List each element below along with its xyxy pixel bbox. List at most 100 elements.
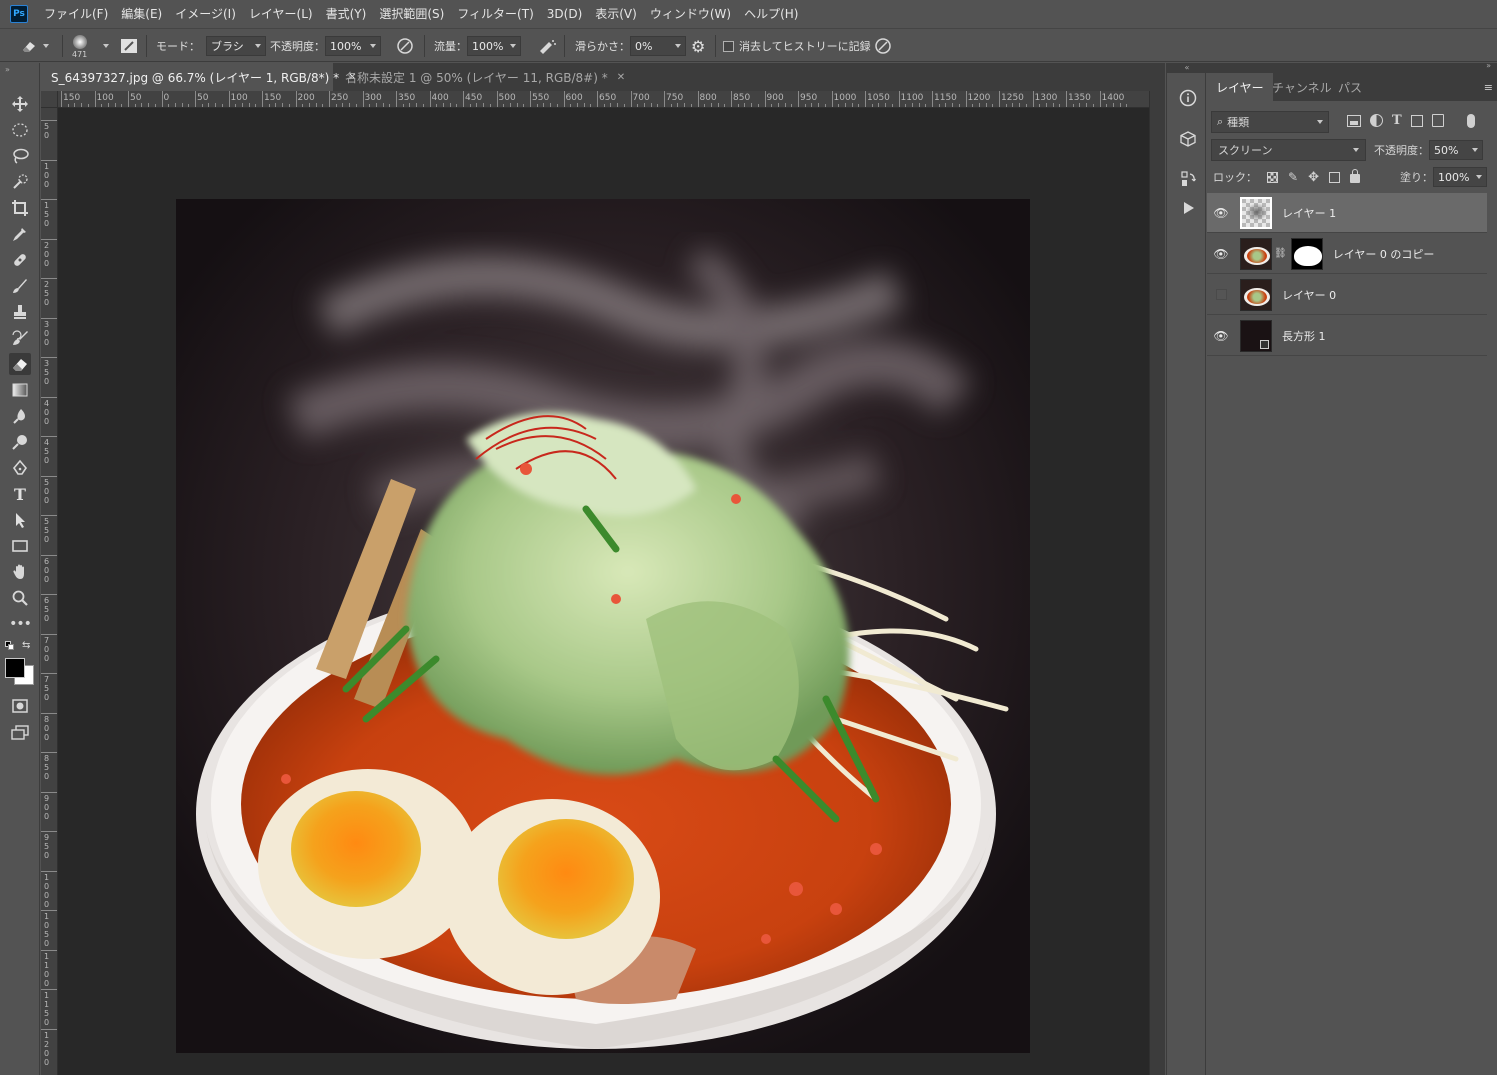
tab-document-untitled[interactable]: 名称未設定 1 @ 50% (レイヤー 11, RGB/8#) * ✕ [335, 63, 625, 91]
panel-collapse-bar[interactable]: » [1207, 61, 1497, 73]
brush-preset-picker[interactable]: 471 [72, 29, 87, 63]
type-tool[interactable]: T [9, 483, 31, 505]
lock-all-icon[interactable] [1349, 169, 1360, 183]
rectangle-tool[interactable] [9, 535, 31, 557]
actions-panel-button[interactable] [1177, 197, 1199, 219]
dodge-tool[interactable] [9, 431, 31, 453]
vertical-scrollbar[interactable] [1149, 91, 1165, 1075]
ruler-minor-tick [503, 104, 505, 107]
filter-toggle-icon[interactable] [1466, 113, 1475, 128]
collapse-icon[interactable]: » [1486, 61, 1491, 70]
erase-history-toggle[interactable]: 消去してヒストリーに記録 [723, 29, 871, 63]
zoom-tool[interactable] [9, 587, 31, 609]
lasso-tool[interactable] [9, 145, 31, 167]
layer-mask-thumbnail[interactable] [1290, 237, 1323, 270]
flow-input[interactable]: 100% [467, 36, 521, 56]
layer-row-layer-1[interactable]: 👁 レイヤー 1 [1207, 193, 1487, 233]
blend-mode-select[interactable]: スクリーン [1211, 139, 1366, 161]
menu-edit[interactable]: 編集(E) [121, 5, 162, 22]
history-panel-button[interactable] [1177, 168, 1199, 190]
visibility-toggle[interactable]: 👁 [1207, 247, 1235, 261]
panel-collapse-icon[interactable]: » [5, 65, 10, 74]
tool-preset-picker[interactable] [20, 29, 49, 63]
menu-image[interactable]: イメージ(I) [175, 5, 236, 22]
visibility-toggle[interactable]: 👁 [1207, 329, 1235, 343]
fill-input[interactable]: 100% [1433, 167, 1487, 187]
panel-menu-icon[interactable]: ≡ [1484, 81, 1493, 94]
layer-row-layer-0-copy[interactable]: 👁 ⛓ レイヤー 0 のコピー [1207, 234, 1487, 274]
visibility-toggle[interactable]: 👁 [1207, 206, 1235, 220]
lock-artboard-icon[interactable] [1328, 171, 1340, 183]
lock-position-icon[interactable]: ✥ [1308, 170, 1319, 185]
opacity-input[interactable]: 100% [325, 36, 381, 56]
swap-colors-icon[interactable]: ⇆ [22, 640, 30, 651]
menu-view[interactable]: 表示(V) [595, 5, 637, 22]
ruler-minor-tick [288, 104, 290, 107]
ruler-tick-label: 300 [44, 319, 50, 347]
quick-mask-button[interactable] [9, 695, 31, 717]
eyedropper-tool[interactable] [9, 223, 31, 245]
brush-tool[interactable] [9, 275, 31, 297]
menu-select[interactable]: 選択範囲(S) [379, 5, 444, 22]
pressure-size-toggle[interactable] [874, 29, 892, 63]
hand-tool[interactable] [9, 561, 31, 583]
foreground-color-swatch[interactable] [5, 658, 25, 678]
layer-opacity-input[interactable]: 50% [1429, 140, 1483, 160]
menu-type[interactable]: 書式(Y) [326, 5, 367, 22]
brush-panel-toggle[interactable] [120, 29, 138, 63]
move-tool[interactable] [9, 93, 31, 115]
lock-transparent-icon[interactable] [1267, 171, 1278, 183]
ruler-origin[interactable] [41, 91, 58, 108]
mode-select[interactable]: ブラシ [206, 36, 266, 56]
crop-tool[interactable] [9, 197, 31, 219]
collapse-icon[interactable]: « [1167, 63, 1207, 73]
path-selection-tool[interactable] [9, 509, 31, 531]
smoothing-input[interactable]: 0% [630, 36, 686, 56]
info-panel-button[interactable] [1177, 87, 1199, 109]
tab-document-active[interactable]: S_64397327.jpg @ 66.7% (レイヤー 1, RGB/8*) … [41, 63, 356, 91]
close-icon[interactable]: ✕ [617, 72, 625, 83]
link-icon[interactable]: ⛓ [1274, 248, 1287, 259]
default-colors-icon[interactable] [5, 641, 14, 650]
3d-panel-button[interactable] [1177, 128, 1199, 150]
layer-filter-select[interactable]: ⌕ 種類 [1211, 111, 1329, 133]
visibility-toggle[interactable] [1207, 289, 1235, 300]
history-brush-tool[interactable] [9, 327, 31, 349]
document-image[interactable] [176, 199, 1030, 1053]
airbrush-toggle[interactable] [537, 29, 557, 63]
layer-thumbnail [1240, 196, 1272, 229]
pixel-layer-filter-icon[interactable] [1347, 114, 1361, 127]
smoothing-options-button[interactable]: ⚙ [691, 29, 705, 63]
pen-tool[interactable] [9, 457, 31, 479]
lock-pixels-icon[interactable]: ✎ [1288, 170, 1298, 184]
blur-tool[interactable] [9, 405, 31, 427]
menu-layer[interactable]: レイヤー(L) [249, 5, 313, 22]
chevron-down-icon[interactable] [103, 44, 109, 48]
menu-3d[interactable]: 3D(D) [547, 7, 582, 21]
type-layer-filter-icon[interactable]: T [1392, 113, 1402, 128]
clone-stamp-tool[interactable] [9, 301, 31, 323]
quick-selection-tool[interactable] [9, 171, 31, 193]
menu-help[interactable]: ヘルプ(H) [744, 5, 798, 22]
layer-row-layer-0[interactable]: レイヤー 0 [1207, 275, 1487, 315]
shape-layer-filter-icon[interactable] [1410, 114, 1423, 127]
canvas-area[interactable] [58, 108, 1149, 1075]
healing-brush-tool[interactable] [9, 249, 31, 271]
menu-filter[interactable]: フィルター(T) [457, 5, 533, 22]
marquee-tool[interactable] [9, 119, 31, 141]
menu-file[interactable]: ファイル(F) [44, 5, 108, 22]
ruler-minor-tick [891, 104, 893, 107]
eraser-tool[interactable] [9, 353, 31, 375]
screen-mode-button[interactable] [9, 721, 31, 743]
erase-history-checkbox[interactable] [723, 40, 734, 52]
pen-icon [12, 459, 28, 475]
smart-object-filter-icon[interactable] [1431, 114, 1444, 127]
menu-window[interactable]: ウィンドウ(W) [650, 5, 731, 22]
pressure-opacity-toggle[interactable] [396, 29, 414, 63]
gradient-tool[interactable] [9, 379, 31, 401]
tab-paths[interactable]: パス [1329, 73, 1371, 101]
ruler-minor-tick [416, 103, 418, 107]
adjustment-layer-filter-icon[interactable] [1370, 114, 1383, 127]
edit-toolbar-button[interactable]: ••• [9, 613, 32, 635]
layer-row-rectangle-1[interactable]: 👁 長方形 1 [1207, 316, 1487, 356]
